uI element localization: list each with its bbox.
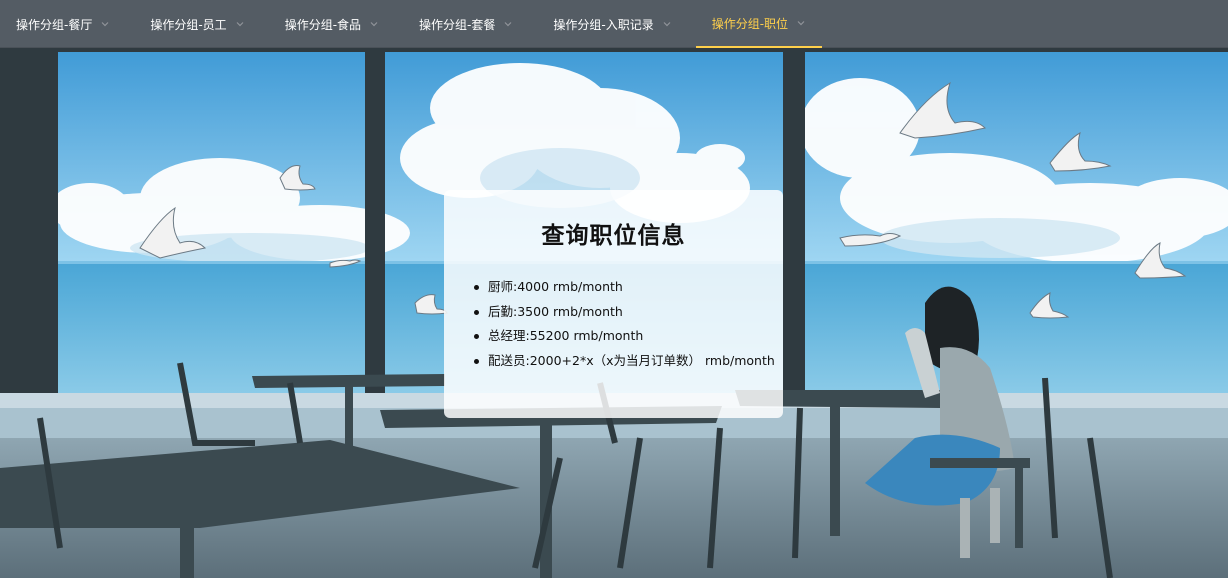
nav-item-label: 操作分组-套餐 xyxy=(419,17,496,32)
nav-item-onboarding-record[interactable]: 操作分组-入职记录 xyxy=(537,0,687,48)
nav-item-label: 操作分组-入职记录 xyxy=(553,17,654,32)
list-item: 配送员:2000+2*x（x为当月订单数） rmb/month xyxy=(474,349,783,374)
nav-item-label: 操作分组-餐厅 xyxy=(16,17,93,32)
nav-item-label: 操作分组-食品 xyxy=(284,17,362,32)
app-root: 操作分组-餐厅 操作分组-员工 操作分组-食品 操作分组-套餐 操作分组-入职记… xyxy=(0,0,1228,578)
card-title: 查询职位信息 xyxy=(541,223,686,249)
chevron-down-icon xyxy=(100,19,110,29)
nav-item-restaurant[interactable]: 操作分组-餐厅 xyxy=(0,0,126,48)
chevron-down-icon xyxy=(503,19,513,29)
top-nav-menu: 操作分组-餐厅 操作分组-员工 操作分组-食品 操作分组-套餐 操作分组-入职记… xyxy=(0,0,1228,48)
position-info-card: 查询职位信息 厨师:4000 rmb/month 后勤:3500 rmb/mon… xyxy=(444,190,783,418)
list-item: 后勤:3500 rmb/month xyxy=(474,300,783,325)
nav-item-food[interactable]: 操作分组-食品 xyxy=(269,0,395,48)
nav-item-position[interactable]: 操作分组-职位 xyxy=(695,0,823,48)
chevron-down-icon xyxy=(369,19,379,29)
chevron-down-icon xyxy=(235,19,245,29)
chevron-down-icon xyxy=(662,19,672,29)
nav-item-combo[interactable]: 操作分组-套餐 xyxy=(403,0,529,48)
chevron-down-icon xyxy=(796,18,806,28)
nav-item-label: 操作分组-员工 xyxy=(150,17,227,32)
nav-item-label: 操作分组-职位 xyxy=(711,16,789,31)
position-list: 厨师:4000 rmb/month 后勤:3500 rmb/month 总经理:… xyxy=(444,275,783,373)
nav-item-employee[interactable]: 操作分组-员工 xyxy=(134,0,260,48)
list-item: 厨师:4000 rmb/month xyxy=(474,275,783,300)
list-item: 总经理:55200 rmb/month xyxy=(474,324,783,349)
